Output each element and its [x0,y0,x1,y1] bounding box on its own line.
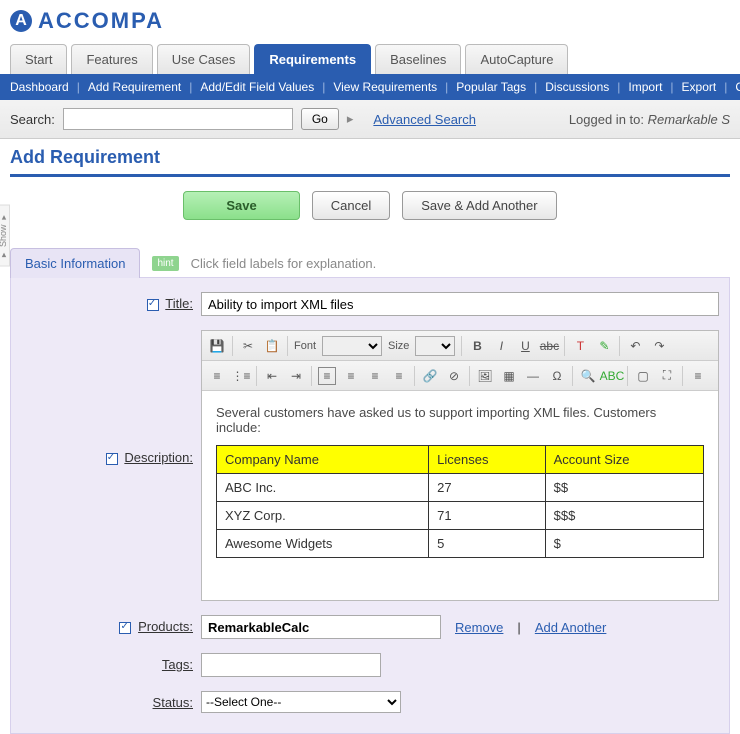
font-label: Font [294,340,316,352]
underline-icon[interactable]: U [516,337,534,355]
caret-icon: ▸ [347,111,354,127]
outdent-icon[interactable]: ⇤ [263,367,281,385]
table-header: Company Name [217,446,429,474]
hint-text: Click field labels for explanation. [191,256,377,271]
search-label: Search: [10,112,55,127]
products-label[interactable]: Products: [21,615,201,634]
hint-badge: hint [152,256,178,271]
rich-text-editor: 💾 ✂ 📋 Font Size B I U abc [201,330,719,601]
undo-icon[interactable]: ↶ [626,337,644,355]
unlink-icon[interactable]: ⊘ [445,367,463,385]
basic-information-tab[interactable]: Basic Information [10,248,140,278]
section-tabs: Basic Information hint Click field label… [10,248,730,278]
redo-icon[interactable]: ↷ [650,337,668,355]
subnav-popular-tags[interactable]: Popular Tags [456,80,526,94]
subnav-dashboard[interactable]: Dashboard [10,80,69,94]
checkbox-icon [119,622,131,634]
title-input[interactable] [201,292,719,316]
subnav-add-edit-field-values[interactable]: Add/Edit Field Values [200,80,314,94]
status-select[interactable]: --Select One-- [201,691,401,713]
main-tab-requirements[interactable]: Requirements [254,44,371,74]
editor-toolbar-2: ≡ ⋮≡ ⇤ ⇥ ≡ ≡ ≡ ≡ 🔗 ⊘ 🖼 [202,361,718,391]
customers-table: Company NameLicensesAccount Size ABC Inc… [216,445,704,558]
add-another-product-link[interactable]: Add Another [535,620,607,635]
align-justify-icon[interactable]: ≡ [390,367,408,385]
form-area: Title: Description: 💾 ✂ 📋 [10,277,730,734]
login-info: Logged in to: Remarkable S [569,112,730,127]
show-sidebar-toggle[interactable]: ▾ Show ▾ [0,205,10,267]
checkbox-icon [147,299,159,311]
main-tab-start[interactable]: Start [10,44,67,74]
image-icon[interactable]: 🖼 [476,367,494,385]
hr-icon[interactable]: — [524,367,542,385]
symbol-icon[interactable]: Ω [548,367,566,385]
help-icon[interactable]: ≡ [689,367,707,385]
search-bar: Search: Go ▸ Advanced Search Logged in t… [0,100,740,139]
source-icon[interactable]: ▢ [634,367,652,385]
subnav-export[interactable]: Export [682,80,717,94]
editor-content[interactable]: Several customers have asked us to suppo… [202,391,718,600]
products-input[interactable] [201,615,441,639]
cut-icon[interactable]: ✂ [239,337,257,355]
tags-input[interactable] [201,653,381,677]
subnav-discussions[interactable]: Discussions [545,80,609,94]
align-left-icon[interactable]: ≡ [318,367,336,385]
main-tabs: StartFeaturesUse CasesRequirementsBaseli… [0,44,740,74]
size-select[interactable] [415,336,455,356]
header: A ACCOMPA [0,0,740,38]
bold-icon[interactable]: B [468,337,486,355]
table-header: Account Size [545,446,703,474]
align-center-icon[interactable]: ≡ [342,367,360,385]
highlight-icon[interactable]: ✎ [595,337,613,355]
align-right-icon[interactable]: ≡ [366,367,384,385]
main-tab-baselines[interactable]: Baselines [375,44,461,74]
table-row: Awesome Widgets5$ [217,530,704,558]
remove-product-link[interactable]: Remove [455,620,503,635]
main-tab-autocapture[interactable]: AutoCapture [465,44,568,74]
subnav: Dashboard|Add Requirement|Add/Edit Field… [0,74,740,100]
fullscreen-icon[interactable]: ⛶ [658,367,676,385]
find-icon[interactable]: 🔍 [579,367,597,385]
paste-icon[interactable]: 📋 [263,337,281,355]
save-button[interactable]: Save [183,191,299,220]
action-buttons: Save Cancel Save & Add Another [10,177,730,234]
subnav-add-requirement[interactable]: Add Requirement [88,80,181,94]
description-label[interactable]: Description: [21,330,201,465]
spellcheck-icon[interactable]: ABC [603,367,621,385]
advanced-search-link[interactable]: Advanced Search [373,112,476,127]
font-select[interactable] [322,336,382,356]
main-tab-features[interactable]: Features [71,44,152,74]
strike-icon[interactable]: abc [540,337,558,355]
subnav-view-requirements[interactable]: View Requirements [333,80,437,94]
paragraph-text: Several customers have asked us to suppo… [216,405,704,435]
page-title: Add Requirement [10,147,730,177]
subnav-import[interactable]: Import [628,80,662,94]
subnav-create-docum[interactable]: Create Docum [735,80,740,94]
logo-icon: A [10,10,32,32]
brand-name: ACCOMPA [38,8,164,34]
size-label: Size [388,340,409,352]
cancel-button[interactable]: Cancel [312,191,390,220]
save-icon[interactable]: 💾 [208,337,226,355]
save-add-another-button[interactable]: Save & Add Another [402,191,556,220]
unordered-list-icon[interactable]: ⋮≡ [232,367,250,385]
status-label[interactable]: Status: [21,691,201,710]
ordered-list-icon[interactable]: ≡ [208,367,226,385]
search-input[interactable] [63,108,293,130]
text-color-icon[interactable]: T [571,337,589,355]
search-go-button[interactable]: Go [301,108,339,130]
indent-icon[interactable]: ⇥ [287,367,305,385]
tags-label[interactable]: Tags: [21,653,201,672]
table-row: XYZ Corp.71$$$ [217,502,704,530]
italic-icon[interactable]: I [492,337,510,355]
table-header: Licenses [429,446,545,474]
table-row: ABC Inc.27$$ [217,474,704,502]
main-tab-use-cases[interactable]: Use Cases [157,44,251,74]
editor-toolbar-1: 💾 ✂ 📋 Font Size B I U abc [202,331,718,361]
table-icon[interactable]: ▦ [500,367,518,385]
link-icon[interactable]: 🔗 [421,367,439,385]
title-label[interactable]: Title: [21,292,201,311]
checkbox-icon [106,453,118,465]
